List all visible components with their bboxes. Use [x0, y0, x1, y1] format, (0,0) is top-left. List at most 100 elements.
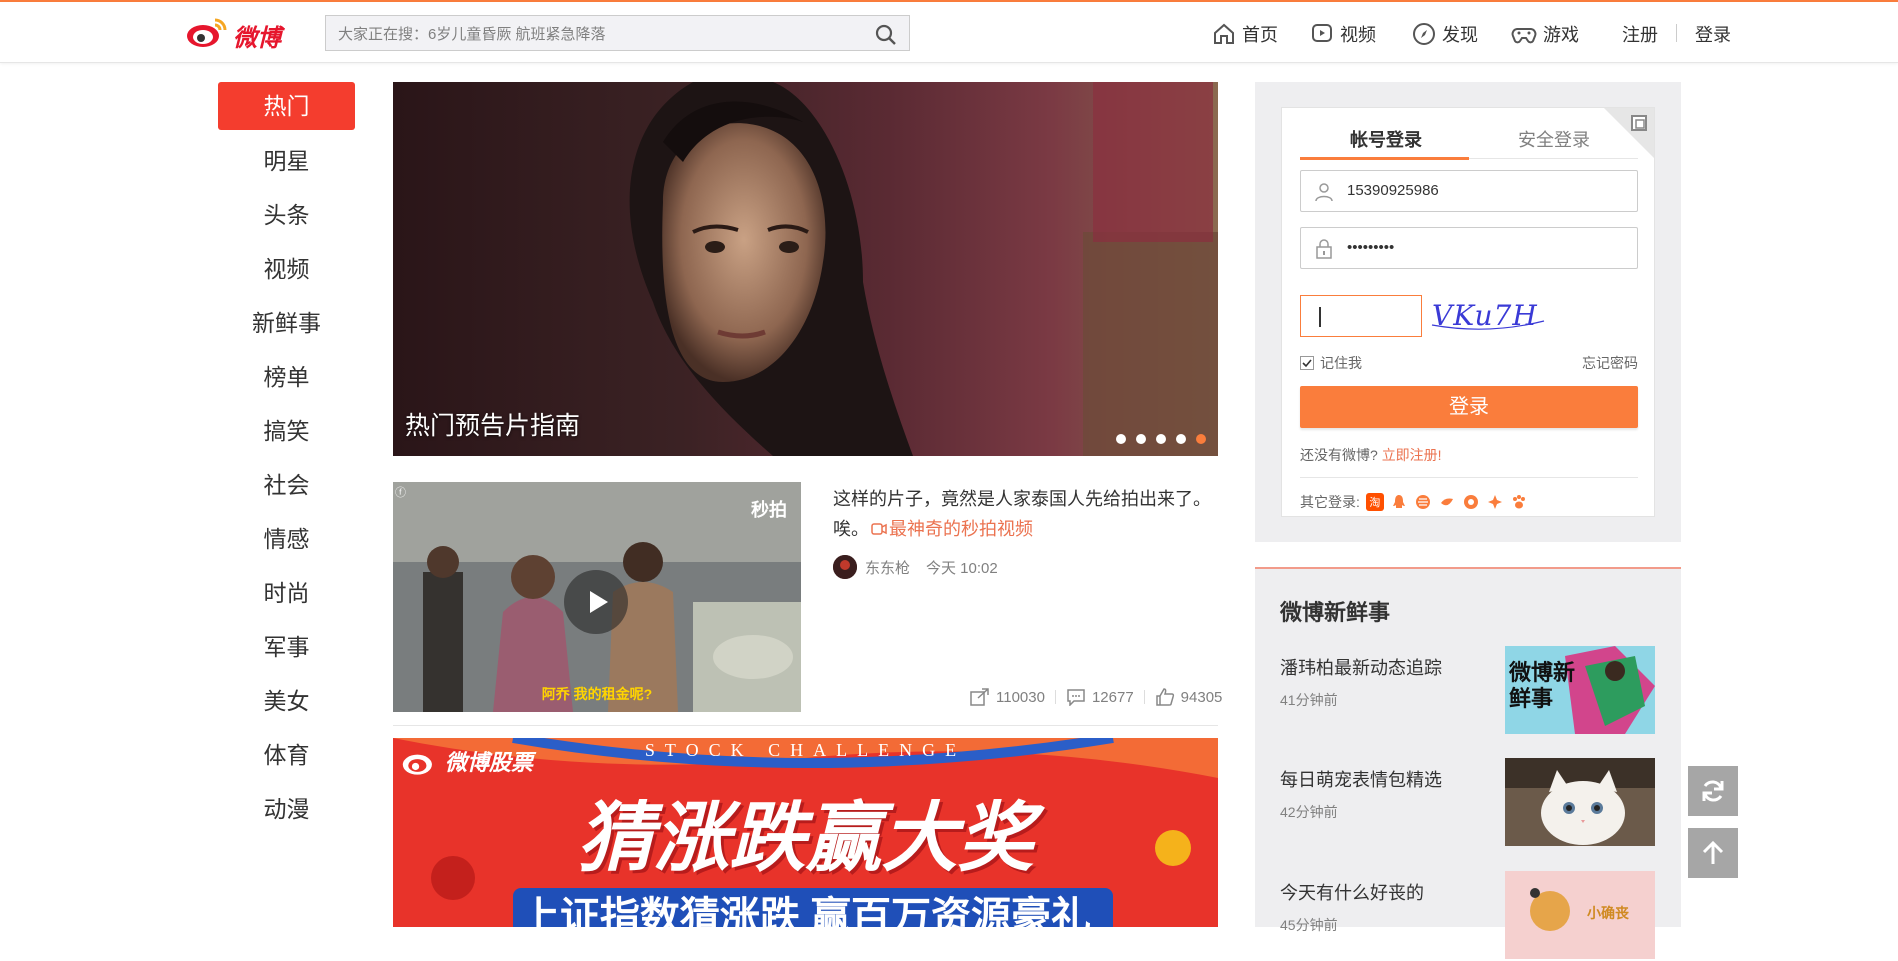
sidebar-item-fashion[interactable]: 时尚 — [218, 568, 355, 622]
video-thumbnail[interactable]: ⓕ 秒拍 阿乔 我的租金呢? — [393, 482, 801, 712]
back-to-top-button[interactable] — [1688, 828, 1738, 878]
like-button[interactable]: 94305 — [1155, 688, 1223, 706]
feed-video-link[interactable]: 最神奇的秒拍视频 — [869, 519, 1033, 539]
other-login-options: 其它登录: 淘 — [1300, 492, 1528, 512]
fresh-item-title[interactable]: 今天有什么好丧的 — [1280, 879, 1424, 905]
stock-challenge-banner[interactable]: 微博股票 STOCK CHALLENGE 猜涨跌赢大奖 上证指数猜涨跌 赢百万资… — [393, 738, 1218, 927]
stats-divider — [1054, 690, 1056, 704]
captcha-input[interactable] — [1300, 295, 1422, 337]
nav-games-label: 游戏 — [1543, 25, 1579, 45]
like-count: 94305 — [1180, 688, 1223, 706]
login-form: 帐号登录 安全登录 VKu7H 记住我 忘记密码 登录 还没有微博? 立即注册!… — [1281, 107, 1655, 517]
video-link-icon — [871, 523, 887, 535]
list-item[interactable]: 每日萌宠表情包精选 42分钟前 — [1280, 758, 1655, 848]
feed-divider — [393, 725, 1218, 726]
avatar[interactable] — [833, 555, 857, 579]
password-field[interactable] — [1300, 227, 1638, 269]
share-button[interactable]: 110030 — [970, 688, 1045, 706]
cat-photo — [1505, 758, 1655, 846]
feed-text: 这样的片子，竟然是人家泰国人先给拍出来了。唉。 最神奇的秒拍视频 — [833, 484, 1218, 544]
register-now-link[interactable]: 立即注册! — [1382, 447, 1442, 463]
qr-login-icon[interactable] — [1604, 108, 1654, 158]
sidebar-item-funny[interactable]: 搞笑 — [218, 406, 355, 460]
fresh-item-title[interactable]: 潘玮柏最新动态追踪 — [1280, 654, 1442, 680]
sidebar-item-ranking[interactable]: 榜单 — [218, 352, 355, 406]
fresh-item-thumbnail[interactable]: 小确丧 — [1505, 871, 1655, 959]
nav-discover[interactable]: 发现 — [1412, 20, 1478, 48]
remember-checkbox[interactable] — [1300, 356, 1314, 370]
refresh-button[interactable] — [1688, 766, 1738, 816]
banner-tagline: STOCK CHALLENGE — [644, 740, 967, 760]
carousel-dot[interactable] — [1136, 434, 1146, 444]
paw-login-icon[interactable] — [1509, 493, 1528, 511]
tab-secure-login[interactable]: 安全登录 — [1518, 126, 1590, 152]
comment-button[interactable]: 12677 — [1066, 688, 1134, 706]
login-button[interactable]: 登录 — [1300, 386, 1638, 428]
sidebar-item-stars[interactable]: 明星 — [218, 136, 355, 190]
home-icon — [1214, 23, 1234, 44]
logo-text: 微博 — [233, 25, 281, 52]
register-link[interactable]: 注册 — [1622, 20, 1658, 48]
check-icon — [1302, 359, 1312, 368]
username-input[interactable] — [1345, 181, 1629, 200]
taobao-login-icon[interactable]: 淘 — [1365, 493, 1384, 511]
baidu-login-icon[interactable] — [1461, 493, 1480, 511]
no-account-text: 还没有微博? — [1300, 447, 1378, 463]
author-name[interactable]: 东东枪 — [865, 557, 910, 578]
weibo-fresh-panel: 微博新鲜事 潘玮柏最新动态追踪 41分钟前 微博新鲜事 每日萌宠表情包精选 42… — [1255, 567, 1681, 959]
video-watermark: 秒拍 — [751, 500, 787, 520]
sidebar-item-headlines[interactable]: 头条 — [218, 190, 355, 244]
carousel-dot[interactable] — [1156, 434, 1166, 444]
thumbnail-text: 小确丧 — [1587, 905, 1629, 921]
sidebar-item-military[interactable]: 军事 — [218, 622, 355, 676]
list-item[interactable]: 潘玮柏最新动态追踪 41分钟前 微博新鲜事 — [1280, 646, 1655, 736]
banner-subline: 上证指数猜涨跌 赢百万资源豪礼 — [519, 895, 1092, 927]
password-input[interactable] — [1345, 238, 1629, 257]
search-icon[interactable] — [875, 24, 897, 46]
fresh-item-thumbnail[interactable] — [1505, 758, 1655, 846]
tab-account-login[interactable]: 帐号登录 — [1350, 126, 1422, 152]
video-source-mark: ⓕ — [395, 487, 406, 499]
fresh-item-title[interactable]: 每日萌宠表情包精选 — [1280, 766, 1442, 792]
list-item[interactable]: 今天有什么好丧的 45分钟前 小确丧 — [1280, 871, 1655, 961]
login-link[interactable]: 登录 — [1695, 20, 1731, 48]
carousel-dot-active[interactable] — [1196, 434, 1206, 444]
sidebar-item-anime[interactable]: 动漫 — [218, 784, 355, 838]
sidebar-item-fresh[interactable]: 新鲜事 — [218, 298, 355, 352]
hero-carousel[interactable]: 热门预告片指南 — [393, 82, 1218, 456]
nav-home[interactable]: 首页 — [1212, 20, 1278, 48]
remember-me[interactable]: 记住我 — [1300, 353, 1362, 373]
alipay-login-icon[interactable] — [1437, 493, 1456, 511]
captcha-text: VKu7H — [1432, 299, 1538, 332]
avatar-image — [833, 555, 857, 579]
feed-author[interactable]: 东东枪 今天 10:02 — [833, 555, 998, 579]
unicom-login-icon[interactable] — [1485, 493, 1504, 511]
carousel-dot[interactable] — [1176, 434, 1186, 444]
qq-login-icon[interactable] — [1389, 493, 1408, 511]
fresh-item-time: 41分钟前 — [1280, 692, 1338, 708]
login-label: 登录 — [1695, 25, 1731, 45]
search-box[interactable] — [325, 15, 910, 51]
sidebar-item-sports[interactable]: 体育 — [218, 730, 355, 784]
forgot-password-link[interactable]: 忘记密码 — [1582, 353, 1638, 373]
sidebar-item-society[interactable]: 社会 — [218, 460, 355, 514]
nav-separator — [1676, 24, 1677, 42]
captcha-image[interactable]: VKu7H — [1428, 295, 1548, 339]
username-field[interactable] — [1300, 170, 1638, 212]
carousel-dot[interactable] — [1116, 434, 1126, 444]
play-icon[interactable] — [563, 569, 629, 635]
share-icon — [970, 688, 989, 706]
sidebar-item-beauty[interactable]: 美女 — [218, 676, 355, 730]
weibo-logo[interactable]: 微博 — [185, 14, 295, 52]
sidebar-item-emotion[interactable]: 情感 — [218, 514, 355, 568]
sidebar-item-hot[interactable]: 热门 — [218, 82, 355, 130]
feed-time: 今天 10:02 — [926, 559, 998, 577]
weibo-login-icon[interactable] — [1413, 493, 1432, 511]
sidebar-item-video[interactable]: 视频 — [218, 244, 355, 298]
nav-games[interactable]: 游戏 — [1511, 20, 1579, 48]
search-input[interactable] — [336, 23, 860, 45]
nav-video[interactable]: 视频 — [1310, 20, 1376, 48]
fresh-item-thumbnail[interactable]: 微博新鲜事 — [1505, 646, 1655, 734]
fresh-item-time: 45分钟前 — [1280, 917, 1338, 933]
video-icon — [1312, 24, 1332, 42]
